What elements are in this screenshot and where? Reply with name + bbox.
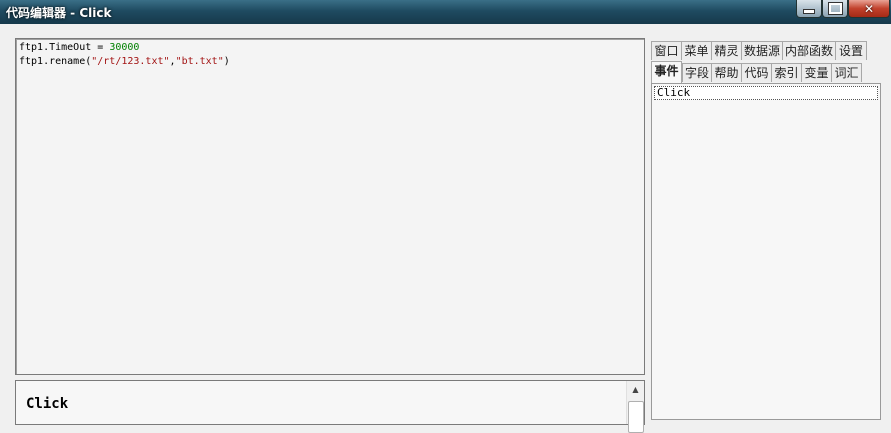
scroll-thumb[interactable]: [628, 401, 644, 433]
event-item-click[interactable]: Click: [654, 86, 878, 100]
tab-events[interactable]: 事件: [651, 61, 682, 83]
tab-code[interactable]: 代码: [741, 63, 772, 82]
output-scrollbar[interactable]: ▲: [626, 381, 644, 433]
code-token: "bt.txt": [175, 56, 224, 67]
tab-vocabulary[interactable]: 词汇: [831, 63, 862, 82]
tab-help[interactable]: 帮助: [711, 63, 742, 82]
code-token: "/rt/123.txt": [91, 56, 170, 67]
close-button[interactable]: ✕: [848, 0, 890, 18]
code-token: ftp1.rename(: [19, 56, 92, 67]
minimize-icon: [803, 9, 815, 14]
code-editor[interactable]: ftp1.TimeOut = 30000 ftp1.rename("/rt/123…: [15, 38, 645, 375]
tab-datasource[interactable]: 数据源: [741, 41, 783, 60]
close-icon: ✕: [863, 1, 875, 16]
tab-settings[interactable]: 设置: [835, 41, 867, 60]
tab-internal-functions[interactable]: 内部函数: [782, 41, 836, 60]
tab-window[interactable]: 窗口: [651, 41, 682, 60]
minimize-button[interactable]: [796, 0, 822, 18]
tab-fields[interactable]: 字段: [682, 63, 712, 82]
window-title: 代码编辑器 - Click: [6, 6, 112, 20]
tab-menu[interactable]: 菜单: [681, 41, 712, 60]
title-bar[interactable]: 代码编辑器 - Click ✕: [0, 0, 891, 24]
code-token: ftp1.TimeOut =: [19, 42, 110, 53]
tab-variables[interactable]: 变量: [801, 63, 832, 82]
maximize-icon: [827, 2, 843, 15]
code-token: ): [223, 56, 230, 67]
output-pane[interactable]: Click ▲: [15, 380, 645, 433]
maximize-button[interactable]: [822, 0, 848, 18]
output-text: Click: [26, 396, 69, 412]
code-token: 30000: [109, 42, 140, 53]
code-content[interactable]: ftp1.TimeOut = 30000 ftp1.rename("/rt/123…: [19, 41, 230, 69]
code-line[interactable]: ftp1.rename("/rt/123.txt","bt.txt"): [19, 55, 230, 69]
tab-sprite[interactable]: 精灵: [711, 41, 742, 60]
tab-index[interactable]: 索引: [771, 63, 802, 82]
code-line[interactable]: ftp1.TimeOut = 30000: [19, 41, 230, 55]
scroll-up-arrow-icon[interactable]: ▲: [627, 381, 644, 398]
events-panel: Click: [651, 83, 881, 420]
